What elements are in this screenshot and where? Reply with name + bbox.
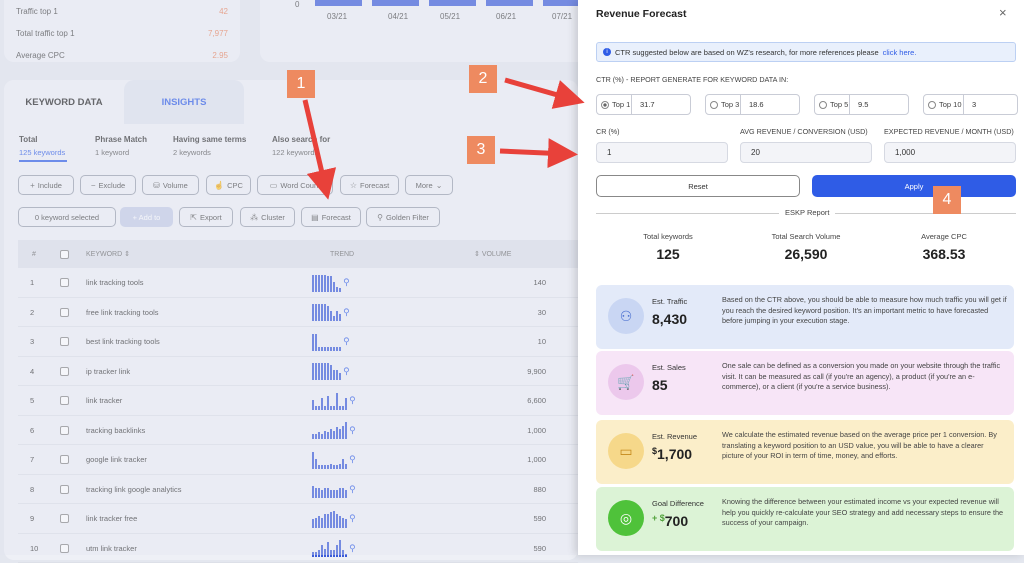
step-badge-1: 1 [287, 70, 315, 98]
arrow-1 [305, 100, 326, 190]
arrow-2 [505, 80, 575, 100]
step-badge-3: 3 [467, 136, 495, 164]
step-badge-2: 2 [469, 65, 497, 93]
step-badge-4: 4 [933, 186, 961, 214]
arrow-3 [500, 151, 568, 154]
annotation-arrows [0, 0, 1024, 555]
